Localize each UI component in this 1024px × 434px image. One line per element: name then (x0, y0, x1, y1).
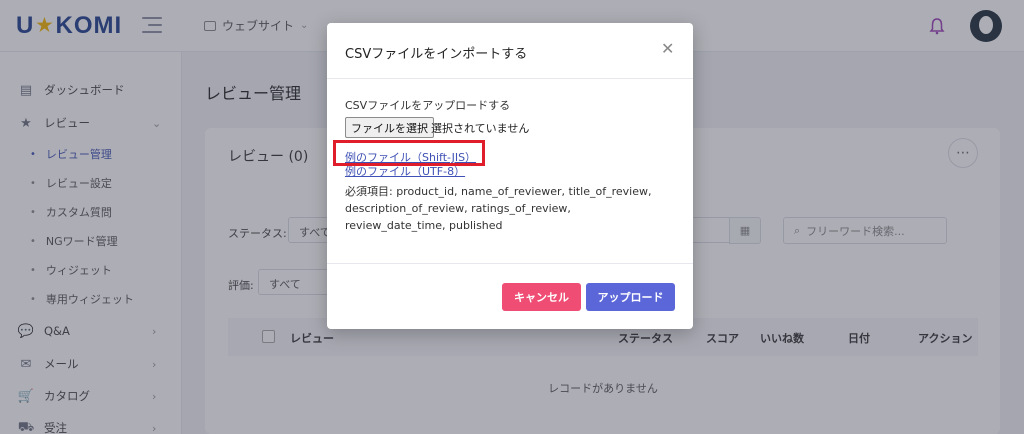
csv-import-modal: CSVファイルをインポートする ✕ CSVファイルをアップロードする ファイルを… (327, 23, 693, 329)
required-fields-text: 必須項目: product_id, name_of_reviewer, titl… (345, 185, 652, 232)
choose-file-button[interactable]: ファイルを選択 (345, 117, 434, 138)
modal-title: CSVファイルをインポートする (345, 47, 528, 62)
sample-file-utf8-link[interactable]: 例のファイル（UTF-8） (345, 163, 465, 179)
close-icon[interactable]: ✕ (661, 39, 674, 58)
modal-footer-divider (327, 263, 693, 264)
cancel-button[interactable]: キャンセル (502, 283, 581, 311)
upload-label: CSVファイルをアップロードする (345, 99, 511, 112)
modal-header: CSVファイルをインポートする ✕ (327, 23, 693, 79)
file-status-text: 選択されていません (431, 122, 530, 135)
upload-button[interactable]: アップロード (586, 283, 675, 311)
